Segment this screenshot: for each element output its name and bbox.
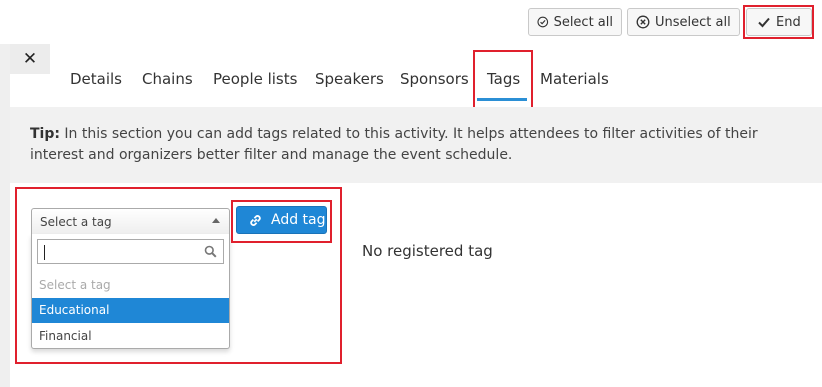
tab-chains[interactable]: Chains xyxy=(142,70,193,88)
text-caret xyxy=(44,245,45,260)
tag-option-educational[interactable]: Educational xyxy=(32,298,229,323)
tip-box: Tip: In this section you can add tags re… xyxy=(10,107,822,183)
tab-sponsors[interactable]: Sponsors xyxy=(400,70,469,88)
unselect-all-label: Unselect all xyxy=(655,14,731,30)
top-toolbar: Select all Unselect all End xyxy=(0,0,822,44)
add-tag-label: Add tag xyxy=(271,212,326,228)
tag-select-value: Select a tag xyxy=(40,215,112,229)
tip-prefix: Tip: xyxy=(30,126,60,142)
end-label: End xyxy=(776,14,801,30)
search-icon xyxy=(204,245,217,258)
tab-details[interactable]: Details xyxy=(70,70,122,88)
unselect-all-button[interactable]: Unselect all xyxy=(627,8,740,36)
tab-speakers[interactable]: Speakers xyxy=(315,70,384,88)
tag-select[interactable]: Select a tag xyxy=(31,208,230,235)
tag-dropdown: Select a tag Educational Financial xyxy=(31,234,230,349)
add-tag-button[interactable]: Add tag xyxy=(236,206,327,234)
tag-search-input[interactable] xyxy=(37,239,224,264)
select-all-button[interactable]: Select all xyxy=(528,8,622,36)
close-panel-button[interactable]: ✕ xyxy=(10,44,50,74)
select-all-label: Select all xyxy=(553,14,613,30)
tip-body: In this section you can add tags related… xyxy=(30,126,758,163)
check-circle-icon xyxy=(537,16,549,28)
close-icon: ✕ xyxy=(22,49,38,69)
end-button[interactable]: End xyxy=(746,8,812,36)
active-tab-indicator xyxy=(477,98,527,101)
x-circle-icon xyxy=(636,15,650,29)
chevron-up-icon xyxy=(212,218,220,223)
tab-materials[interactable]: Materials xyxy=(540,70,609,88)
check-icon xyxy=(758,17,770,28)
tab-tags[interactable]: Tags xyxy=(487,70,520,88)
empty-tags-message: No registered tag xyxy=(362,242,493,260)
link-icon xyxy=(250,214,261,226)
tab-people-lists[interactable]: People lists xyxy=(213,70,297,88)
tag-option-financial[interactable]: Financial xyxy=(32,324,229,349)
tip-text: Tip: In this section you can add tags re… xyxy=(30,124,800,166)
tag-option-placeholder: Select a tag xyxy=(39,278,111,292)
